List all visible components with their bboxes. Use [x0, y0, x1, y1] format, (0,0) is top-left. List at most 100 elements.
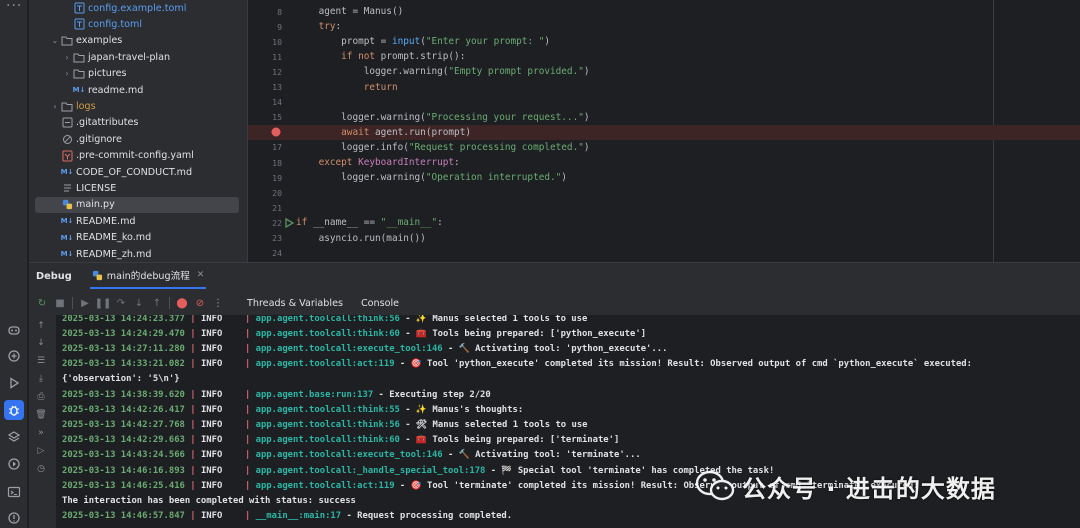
code-line[interactable]: 22 if __name__ == "__main__": [248, 215, 1080, 230]
code-line[interactable]: 13 return [248, 80, 1080, 95]
log-separator: | [244, 435, 256, 446]
step-into-icon[interactable]: ↓ [130, 294, 148, 312]
layers-icon[interactable] [4, 427, 24, 447]
view-breakpoints-icon[interactable]: ⬤ [173, 294, 191, 312]
tree-item-config-toml[interactable]: config.toml [29, 16, 247, 32]
tree-item-config-example-toml[interactable]: config.example.toml [29, 0, 247, 16]
watermark-text: 公众号 · 进击的大数据 [742, 474, 996, 503]
ignore-file-icon [61, 133, 73, 145]
run-gutter-icon[interactable] [282, 217, 296, 228]
line-number: 22 [272, 217, 282, 228]
log-separator: | [244, 343, 256, 354]
console-side-toolbar: ↑ ↓ ☰ ⤓ ⎙ 🗑 » ▷ ◷ [29, 315, 55, 528]
tree-item-readme-zh-md[interactable]: M↓ README_zh.md [29, 246, 247, 262]
chevron-right-icon[interactable]: › [61, 69, 73, 78]
breakpoint-icon[interactable] [256, 127, 296, 137]
log-separator: | [184, 511, 201, 522]
run-icon[interactable] [4, 373, 24, 393]
show-python-prompt-icon[interactable]: ▷ [33, 444, 49, 458]
more-options-icon[interactable]: ⋮ [209, 294, 227, 312]
tree-item-readme-ko-md[interactable]: M↓ README_ko.md [29, 230, 247, 246]
expand-icon[interactable]: » [33, 426, 49, 440]
step-out-icon[interactable]: ↑ [148, 294, 166, 312]
stop-icon[interactable]: ■ [51, 294, 69, 312]
tree-item-gitattributes[interactable]: .gitattributes [29, 115, 247, 131]
log-source: app.agent.base:run:137 [255, 389, 374, 400]
log-separator: | [244, 511, 256, 522]
code-line[interactable]: 11 if not prompt.strip(): [248, 49, 1080, 64]
code-line[interactable]: 10 prompt = input("Enter your prompt: ") [248, 34, 1080, 49]
log-timestamp: 2025-03-13 14:43:24.566 [62, 450, 185, 461]
tree-item-readme-md[interactable]: M↓ README.md [29, 213, 247, 229]
log-line: 2025-03-13 14:24:23.377 | INFO | app.agen… [62, 315, 587, 326]
print-icon[interactable]: ⎙ [33, 390, 49, 404]
resume-icon[interactable]: ▶ [76, 294, 94, 312]
scroll-to-end-icon[interactable]: ⤓ [33, 372, 49, 386]
code-line[interactable]: 21 [248, 200, 1080, 215]
log-source: app.agent.toolcall:think:60 [255, 328, 400, 339]
mute-breakpoints-icon[interactable]: ⊘ [191, 294, 209, 312]
code-token: "__main__" [380, 217, 438, 229]
log-level: INFO [200, 480, 223, 491]
tree-item-gitignore[interactable]: .gitignore [29, 131, 247, 147]
log-source: app.agent.toolcall:think:56 [255, 419, 400, 430]
tab-threads-variables[interactable]: Threads & Variables [247, 298, 343, 309]
debug-session-tab[interactable]: main的debug流程 ✕ [89, 263, 207, 289]
code-line[interactable]: 23 asyncio.run(main()) [248, 231, 1080, 246]
log-separator: | [244, 419, 256, 430]
tree-item-license[interactable]: LICENSE [29, 180, 247, 196]
log-separator: | [184, 419, 201, 430]
log-message: - Executing step 2/20 [373, 389, 491, 400]
chevron-right-icon[interactable]: › [61, 53, 73, 62]
close-icon[interactable]: ✕ [197, 270, 205, 280]
tree-item-logs[interactable]: › logs [29, 98, 247, 114]
plugins-icon[interactable] [4, 346, 24, 366]
pause-icon[interactable]: ❚❚ [94, 294, 112, 312]
up-arrow-icon[interactable]: ↑ [33, 319, 49, 333]
more-icon[interactable]: ··· [6, 0, 22, 14]
code-line[interactable]: 8 agent = Manus() [248, 4, 1080, 19]
tab-console[interactable]: Console [361, 298, 399, 309]
code-line[interactable]: 15 logger.warning("Processing your reque… [248, 110, 1080, 125]
code-line[interactable]: 17 logger.info("Request processing compl… [248, 140, 1080, 155]
code-line[interactable]: 9 try: [248, 19, 1080, 34]
chevron-right-icon[interactable]: › [49, 102, 61, 111]
tree-item-readme-md[interactable]: M↓ readme.md [29, 82, 247, 98]
tree-item-label: LICENSE [76, 182, 117, 194]
code-line[interactable]: 24 [248, 246, 1080, 261]
tree-item-pre-commit-config-yaml[interactable]: .pre-commit-config.yaml [29, 148, 247, 164]
tree-item-code-of-conduct-md[interactable]: M↓ CODE_OF_CONDUCT.md [29, 164, 247, 180]
log-level: INFO [200, 343, 223, 354]
code-line[interactable]: await agent.run(prompt) [248, 124, 1080, 140]
tree-item-pictures[interactable]: › pictures [29, 66, 247, 82]
log-level: INFO [200, 435, 223, 446]
code-line[interactable]: 14 [248, 95, 1080, 110]
code-text: logger.warning("Processing your request.… [296, 112, 589, 123]
trash-icon[interactable]: 🗑 [33, 408, 49, 422]
chevron-down-icon[interactable]: ⌄ [49, 36, 61, 45]
code-line[interactable]: 12 logger.warning("Empty prompt provided… [248, 64, 1080, 79]
tree-item-examples[interactable]: ⌄ examples [29, 33, 247, 49]
code-line[interactable]: 18 except KeyboardInterrupt: [248, 155, 1080, 170]
services-icon[interactable] [4, 454, 24, 474]
code-line[interactable]: 20 [248, 185, 1080, 200]
soft-wrap-icon[interactable]: ☰ [33, 354, 49, 368]
rerun-icon[interactable]: ↻ [33, 294, 51, 312]
toml-file-icon [73, 2, 85, 14]
code-editor[interactable]: 8 agent = Manus() 9 try: 10 prompt = input… [247, 0, 1080, 262]
down-arrow-icon[interactable]: ↓ [33, 336, 49, 350]
log-line: 2025-03-13 14:42:29.663 | INFO | app.agen… [62, 433, 619, 448]
debug-icon[interactable] [4, 400, 24, 420]
log-separator: | [184, 359, 201, 370]
code-line[interactable]: 19 logger.warning("Operation interrupted… [248, 170, 1080, 185]
code-token: asyncio.run(main()) [296, 232, 426, 244]
project-tree: config.example.toml config.toml ⌄ examples ›… [29, 0, 247, 262]
tree-item-main-py[interactable]: main.py [35, 196, 239, 213]
line-number: 24 [272, 248, 282, 259]
terminal-icon[interactable] [4, 482, 24, 502]
problems-icon[interactable] [4, 508, 24, 528]
step-over-icon[interactable]: ↷ [112, 294, 130, 312]
tree-item-japan-travel-plan[interactable]: › japan-travel-plan [29, 49, 247, 65]
copilot-icon[interactable] [4, 320, 24, 340]
history-icon[interactable]: ◷ [33, 462, 49, 476]
